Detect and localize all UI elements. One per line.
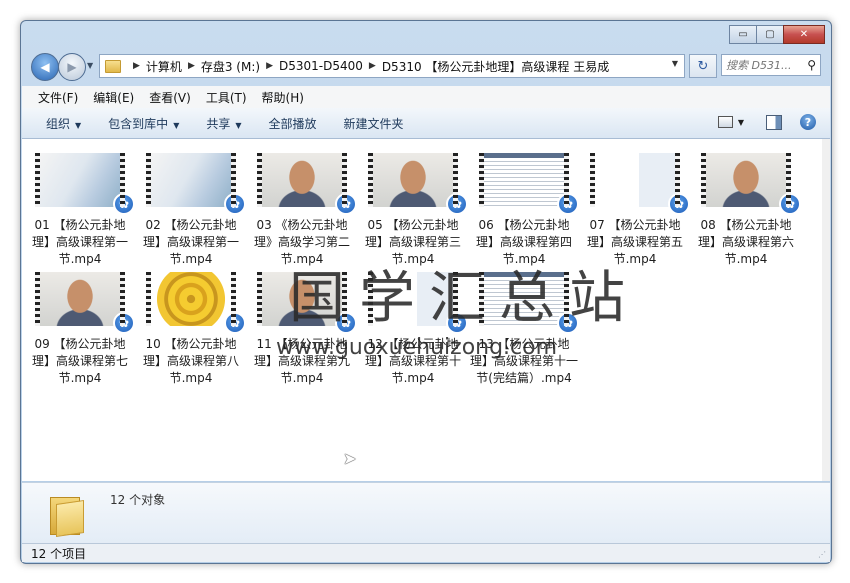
menu-tools[interactable]: 工具(T) <box>206 89 247 106</box>
explorer-window: ▭ ▢ ✕ ◀ ▶ ▼ ▶ 计算机 ▶ 存盘3 (M:) ▶ D5301-D54… <box>20 20 832 564</box>
menu-file[interactable]: 文件(F) <box>38 89 78 106</box>
forward-button[interactable]: ▶ <box>58 53 86 81</box>
file-item[interactable]: ✿ 01 【杨公元卦地理】高级课程第一节.mp4 <box>26 153 135 268</box>
resize-grip-icon[interactable]: ⋰ <box>818 550 826 559</box>
media-player-icon: ✿ <box>557 193 579 215</box>
media-player-icon: ✿ <box>446 193 468 215</box>
share-button[interactable]: 共享 ▼ <box>206 115 241 132</box>
search-input[interactable] <box>726 58 800 72</box>
file-item[interactable]: ✿ 02 【杨公元卦地理】高级课程第一节.mp4 <box>137 153 246 268</box>
menu-view[interactable]: 查看(V) <box>149 89 191 106</box>
breadcrumb-current-folder[interactable]: D5310 【杨公元卦地理】高级课程 王易成 <box>382 58 609 75</box>
media-player-icon: ✿ <box>224 312 246 334</box>
search-box[interactable]: ⚲ <box>721 54 821 76</box>
watermark-url: www.guoxuehuizong.com <box>276 335 558 360</box>
menu-bar: 文件(F) 编辑(E) 查看(V) 工具(T) 帮助(H) <box>22 86 830 108</box>
include-in-library-label: 包含到库中 <box>108 116 169 131</box>
video-thumbnail: ✿ <box>701 153 801 215</box>
video-thumbnail: ✿ <box>146 153 246 215</box>
file-name: 02 【杨公元卦地理】高级课程第一节.mp4 <box>142 218 239 266</box>
file-item[interactable]: ✿ 10 【杨公元卦地理】高级课程第八节.mp4 <box>137 272 246 387</box>
file-item[interactable]: ✿ 03 《杨公元卦地理》高级学习第二节.mp4 <box>248 153 357 268</box>
media-player-icon: ✿ <box>335 193 357 215</box>
video-thumbnail: ✿ <box>590 153 690 215</box>
search-icon[interactable]: ⚲ <box>807 58 816 72</box>
video-thumbnail: ✿ <box>257 153 357 215</box>
video-thumbnail: ✿ <box>368 153 468 215</box>
address-bar[interactable]: ▶ 计算机 ▶ 存盘3 (M:) ▶ D5301-D5400 ▶ D5310 【… <box>99 54 685 78</box>
breadcrumb-computer[interactable]: 计算机 <box>146 58 182 75</box>
help-icon[interactable]: ? <box>800 114 816 130</box>
status-bar: 12 个项目 ⋰ <box>22 543 830 562</box>
recent-pages-dropdown-icon[interactable]: ▼ <box>87 61 93 70</box>
media-player-icon: ✿ <box>779 193 801 215</box>
media-player-icon: ✿ <box>224 193 246 215</box>
file-name: 01 【杨公元卦地理】高级课程第一节.mp4 <box>31 218 128 266</box>
new-folder-button[interactable]: 新建文件夹 <box>344 115 404 132</box>
organize-label: 组织 <box>46 116 71 131</box>
folder-icon <box>105 59 121 73</box>
media-player-icon: ✿ <box>113 193 135 215</box>
breadcrumb-drive[interactable]: 存盘3 (M:) <box>201 58 260 75</box>
video-thumbnail: ✿ <box>146 272 246 334</box>
include-in-library-button[interactable]: 包含到库中 ▼ <box>108 115 179 132</box>
item-count: 12 个项目 <box>31 546 87 561</box>
folder-icon <box>50 493 84 537</box>
view-dropdown-icon[interactable]: ▼ <box>738 118 744 127</box>
file-item[interactable]: ✿ 05 【杨公元卦地理】高级课程第三节.mp4 <box>359 153 468 268</box>
breadcrumb-chevron-icon[interactable]: ▶ <box>369 61 376 71</box>
file-name: 08 【杨公元卦地理】高级课程第六节.mp4 <box>697 218 794 266</box>
file-name: 09 【杨公元卦地理】高级课程第七节.mp4 <box>31 337 128 385</box>
details-pane: 12 个对象 <box>22 482 830 545</box>
menu-edit[interactable]: 编辑(E) <box>93 89 134 106</box>
share-label: 共享 <box>206 116 231 131</box>
watermark-title: 国学汇总站 <box>289 266 639 331</box>
breadcrumb-chevron-icon[interactable]: ▶ <box>133 61 140 71</box>
menu-help[interactable]: 帮助(H) <box>262 89 304 106</box>
view-controls: ▼ ? <box>717 114 816 130</box>
close-button[interactable]: ✕ <box>783 25 825 44</box>
change-view-icon[interactable] <box>717 116 733 128</box>
video-thumbnail: ✿ <box>479 153 579 215</box>
refresh-button[interactable]: ↻ <box>689 54 717 78</box>
breadcrumb-chevron-icon[interactable]: ▶ <box>188 61 195 71</box>
breadcrumb-chevron-icon[interactable]: ▶ <box>266 61 273 71</box>
navigation-row: ◀ ▶ ▼ ▶ 计算机 ▶ 存盘3 (M:) ▶ D5301-D5400 ▶ D… <box>29 53 823 81</box>
file-name: 10 【杨公元卦地理】高级课程第八节.mp4 <box>142 337 239 385</box>
command-bar: 组织 ▼ 包含到库中 ▼ 共享 ▼ 全部播放 新建文件夹 ▼ ? <box>22 108 830 139</box>
preview-pane-icon[interactable] <box>766 114 782 130</box>
play-all-button[interactable]: 全部播放 <box>269 115 317 132</box>
scrollbar[interactable] <box>822 139 830 481</box>
maximize-button[interactable]: ▢ <box>756 25 784 44</box>
video-thumbnail: ✿ <box>35 153 135 215</box>
organize-button[interactable]: 组织 ▼ <box>46 115 81 132</box>
caption-buttons: ▭ ▢ ✕ <box>729 25 825 44</box>
minimize-button[interactable]: ▭ <box>729 25 757 44</box>
mouse-cursor-icon: ➤ <box>343 449 357 468</box>
file-item[interactable]: ✿ 06 【杨公元卦地理】高级课程第四节.mp4 <box>470 153 579 268</box>
dropdown-arrow-icon: ▼ <box>235 120 242 130</box>
media-player-icon: ✿ <box>113 312 135 334</box>
file-item[interactable]: ✿ 07 【杨公元卦地理】高级课程第五节.mp4 <box>581 153 690 268</box>
dropdown-arrow-icon: ▼ <box>75 120 82 130</box>
media-player-icon: ✿ <box>668 193 690 215</box>
video-thumbnail: ✿ <box>35 272 135 334</box>
address-dropdown-icon[interactable]: ▼ <box>672 59 678 68</box>
object-count: 12 个对象 <box>110 493 166 507</box>
dropdown-arrow-icon: ▼ <box>173 120 180 130</box>
file-item[interactable]: ✿ 08 【杨公元卦地理】高级课程第六节.mp4 <box>692 153 801 268</box>
breadcrumb-range-folder[interactable]: D5301-D5400 <box>279 59 363 73</box>
file-item[interactable]: ✿ 09 【杨公元卦地理】高级课程第七节.mp4 <box>26 272 135 387</box>
back-button[interactable]: ◀ <box>31 53 59 81</box>
